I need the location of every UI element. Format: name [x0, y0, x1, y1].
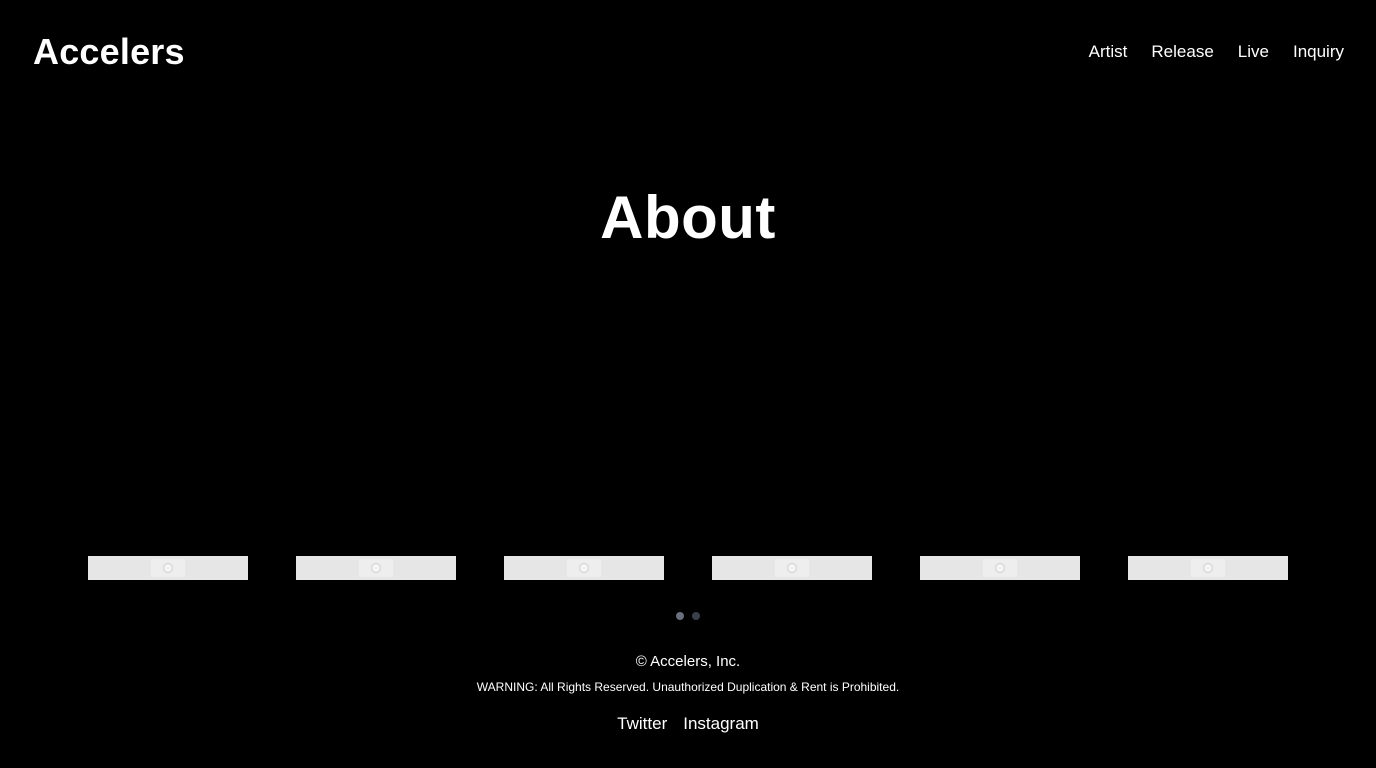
nav-link-artist[interactable]: Artist: [1089, 40, 1128, 64]
carousel-slide[interactable]: [504, 556, 664, 580]
site-logo[interactable]: Accelers: [33, 32, 185, 72]
image-placeholder-icon: [359, 559, 393, 577]
image-placeholder-icon: [567, 559, 601, 577]
pagination-dot-1[interactable]: [676, 612, 684, 620]
carousel-slide[interactable]: [712, 556, 872, 580]
image-carousel: [88, 556, 1288, 580]
carousel-slide[interactable]: [296, 556, 456, 580]
image-placeholder-icon: [775, 559, 809, 577]
carousel-slide[interactable]: [1128, 556, 1288, 580]
footer-copyright: © Accelers, Inc.: [635, 653, 741, 670]
footer-link-twitter[interactable]: Twitter: [617, 713, 667, 735]
carousel-pagination: [676, 612, 700, 620]
footer-link-instagram[interactable]: Instagram: [683, 713, 759, 735]
footer-warning: WARNING: All Rights Reserved. Unauthoriz…: [476, 680, 900, 694]
image-placeholder-icon: [983, 559, 1017, 577]
nav-link-inquiry[interactable]: Inquiry: [1293, 40, 1344, 64]
footer-social-links: Twitter Instagram: [0, 713, 1376, 735]
page: Accelers Artist Release Live Inquiry Abo…: [0, 0, 1376, 768]
page-title: About: [600, 184, 776, 251]
image-placeholder-icon: [1191, 559, 1225, 577]
nav-link-release[interactable]: Release: [1151, 40, 1213, 64]
nav-link-live[interactable]: Live: [1238, 40, 1269, 64]
carousel-slide[interactable]: [88, 556, 248, 580]
main-nav: Artist Release Live Inquiry: [1089, 40, 1344, 64]
site-header: Accelers Artist Release Live Inquiry: [0, 0, 1376, 104]
image-placeholder-icon: [151, 559, 185, 577]
pagination-dot-2[interactable]: [692, 612, 700, 620]
carousel-slide[interactable]: [920, 556, 1080, 580]
